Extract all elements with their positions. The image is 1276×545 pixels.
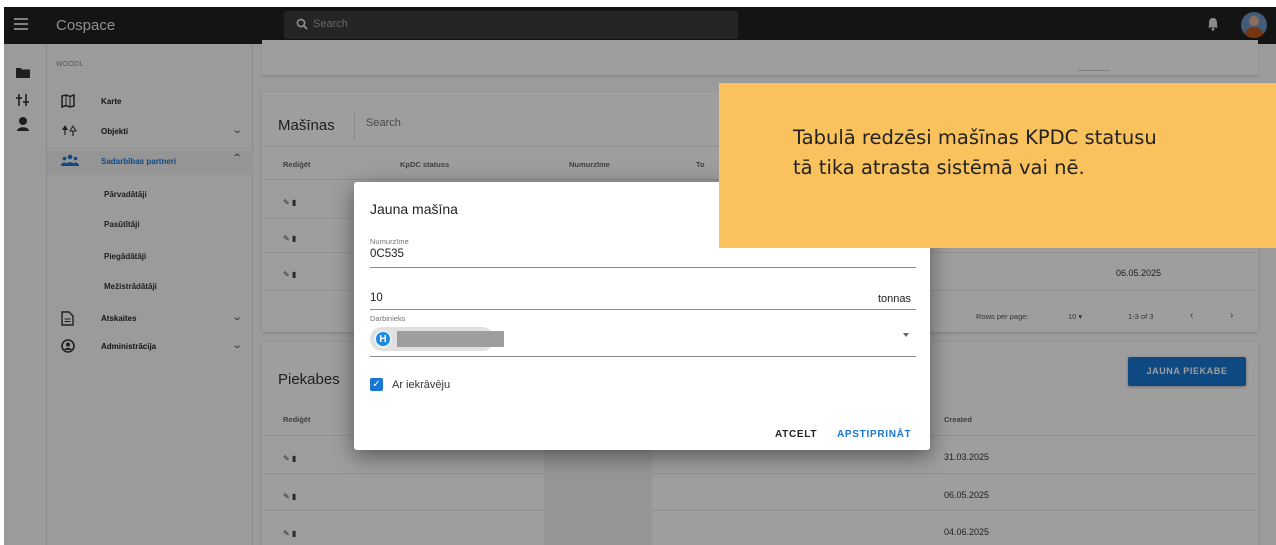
annotation-text: Tabulā redzēsi mašīnas KPDC statusu tā t… bbox=[793, 123, 1276, 183]
tonnage-input[interactable]: 10 bbox=[370, 292, 383, 304]
confirm-button[interactable]: APSTIPRINĀT bbox=[837, 429, 911, 440]
tonnage-unit: tonnas bbox=[878, 293, 912, 305]
employee-label: Darbinieks bbox=[370, 314, 406, 323]
plate-input[interactable]: 0C535 bbox=[370, 248, 404, 260]
loader-checkbox[interactable]: ✓ bbox=[370, 378, 383, 391]
page: Cospace Search WOODL Karte Objekti ⌄ Sad… bbox=[0, 0, 1276, 545]
cancel-button[interactable]: ATCELT bbox=[775, 429, 817, 440]
plate-label: Numurzīme bbox=[370, 237, 409, 246]
loader-checkbox-label: Ar iekrāvēju bbox=[392, 379, 451, 391]
annotation-line-2: tā tika atrasta sistēmā vai nē. bbox=[793, 156, 1085, 179]
employee-avatar: H bbox=[374, 330, 392, 348]
annotation-line-1: Tabulā redzēsi mašīnas KPDC statusu bbox=[793, 126, 1157, 149]
dialog-title: Jauna mašīna bbox=[370, 201, 458, 217]
dropdown-arrow-icon[interactable] bbox=[903, 333, 909, 337]
employee-chip[interactable]: H bbox=[370, 327, 504, 351]
annotation-note: Tabulā redzēsi mašīnas KPDC statusu tā t… bbox=[719, 83, 1276, 248]
redacted-name bbox=[397, 331, 504, 347]
